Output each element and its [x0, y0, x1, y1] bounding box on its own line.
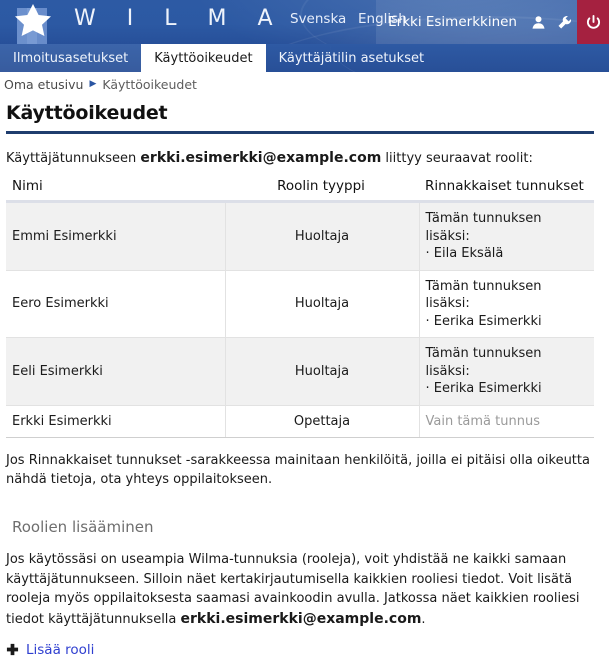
plus-icon — [6, 644, 19, 656]
column-header-parallel: Rinnakkaiset tunnukset — [419, 176, 594, 203]
cell-name: Emmi Esimerkki — [6, 201, 225, 271]
breadcrumb-current: Käyttöoikeudet — [102, 76, 197, 92]
cell-name: Eero Esimerkki — [6, 270, 225, 339]
parallel-item: · Eila Eksälä — [425, 246, 504, 262]
parallel-item: · Eerika Esimerkki — [425, 313, 542, 329]
cell-name: Erkki Esimerkki — [6, 405, 225, 439]
title-divider — [6, 131, 594, 134]
cell-name: Eeli Esimerkki — [6, 337, 225, 406]
intro-account: erkki.esimerkki@example.com — [140, 150, 382, 166]
body-suffix: . — [421, 611, 426, 627]
tab-label: Käyttäjätilin asetukset — [278, 50, 425, 66]
breadcrumb-home[interactable]: Oma etusivu — [4, 77, 83, 92]
add-role-link[interactable]: Lisää rooli — [6, 642, 94, 658]
roles-table-body: Emmi Esimerkki Huoltaja Tämän tunnuksen … — [6, 201, 594, 439]
wilma-logo[interactable] — [8, 0, 62, 44]
parallel-item: · Eerika Esimerkki — [425, 381, 542, 397]
table-row[interactable]: Emmi Esimerkki Huoltaja Tämän tunnuksen … — [6, 201, 594, 271]
intro-prefix: Käyttäjätunnukseen — [6, 151, 141, 166]
roles-table-head: Nimi Roolin tyyppi Rinnakkaiset tunnukse… — [6, 176, 594, 203]
cell-role: Huoltaja — [224, 270, 420, 339]
add-role-label: Lisää rooli — [26, 641, 95, 658]
cell-parallel: Vain tämä tunnus — [419, 405, 594, 439]
person-icon[interactable] — [525, 0, 551, 44]
tab-kayttajatilin-asetukset[interactable]: Käyttäjätilin asetukset — [266, 44, 437, 72]
tab-kayttooikeudet[interactable]: Käyttöoikeudet — [141, 44, 266, 72]
page-title: Käyttöoikeudet — [6, 102, 168, 124]
parallel-title: Tämän tunnuksen lisäksi: — [425, 346, 542, 379]
power-icon — [586, 14, 600, 29]
table-row[interactable]: Erkki Esimerkki Opettaja Vain tämä tunnu… — [6, 405, 594, 439]
tab-ilmoitusasetukset[interactable]: Ilmoitusasetukset — [0, 44, 142, 72]
user-name: Erkki Esimerkkinen — [388, 14, 517, 30]
body-account: erkki.esimerkki@example.com — [180, 610, 422, 627]
body-paragraph: Jos käytössäsi on useampia Wilma-tunnuks… — [6, 550, 594, 630]
parallel-muted: Vain tämä tunnus — [425, 413, 541, 429]
table-row[interactable]: Eeli Esimerkki Huoltaja Tämän tunnuksen … — [6, 337, 594, 406]
cell-parallel: Tämän tunnuksen lisäksi: · Eila Eksälä — [419, 201, 594, 271]
star-icon — [15, 4, 51, 36]
cell-role: Huoltaja — [224, 201, 420, 271]
parallel-title: Tämän tunnuksen lisäksi: — [425, 211, 542, 244]
section-heading-roolien-lisaaminen: Roolien lisääminen — [12, 518, 154, 537]
intro-paragraph: Käyttäjätunnukseen erkki.esimerkki@examp… — [6, 150, 594, 166]
cell-role: Opettaja — [224, 405, 420, 439]
wrench-icon[interactable] — [551, 0, 577, 44]
tab-label: Käyttöoikeudet — [154, 50, 253, 66]
language-svenska[interactable]: Svenska — [290, 11, 346, 27]
cell-parallel: Tämän tunnuksen lisäksi: · Eerika Esimer… — [419, 337, 594, 406]
table-header-row: Nimi Roolin tyyppi Rinnakkaiset tunnukse… — [6, 176, 594, 203]
page-content: Käyttöoikeudet Käyttäjätunnukseen erkki.… — [0, 102, 609, 660]
parallel-title: Tämän tunnuksen lisäksi: — [425, 278, 542, 312]
column-header-name: Nimi — [6, 176, 225, 203]
intro-suffix: liittyy seuraavat roolit: — [381, 151, 533, 166]
app-header: W I L M A Svenska English Erkki Esimerkk… — [0, 0, 609, 44]
chevron-right-icon: ▶ — [89, 78, 97, 89]
user-menu: Erkki Esimerkkinen — [376, 0, 609, 44]
column-header-role: Roolin tyyppi — [225, 176, 419, 203]
tab-bar: Ilmoitusasetukset Käyttöoikeudet Käyttäj… — [0, 44, 609, 72]
table-row[interactable]: Eero Esimerkki Huoltaja Tämän tunnuksen … — [6, 270, 594, 339]
logout-button[interactable] — [577, 0, 609, 44]
note-paragraph: Jos Rinnakkaiset tunnukset -sarakkeessa … — [6, 453, 590, 488]
roles-table: Nimi Roolin tyyppi Rinnakkaiset tunnukse… — [6, 176, 594, 439]
wordmark: W I L M A — [74, 6, 285, 31]
breadcrumb: Oma etusivu ▶ Käyttöoikeudet — [0, 72, 609, 96]
cell-role: Huoltaja — [224, 337, 420, 406]
cell-parallel: Tämän tunnuksen lisäksi: · Eerika Esimer… — [419, 270, 594, 339]
tab-label: Ilmoitusasetukset — [13, 50, 129, 66]
